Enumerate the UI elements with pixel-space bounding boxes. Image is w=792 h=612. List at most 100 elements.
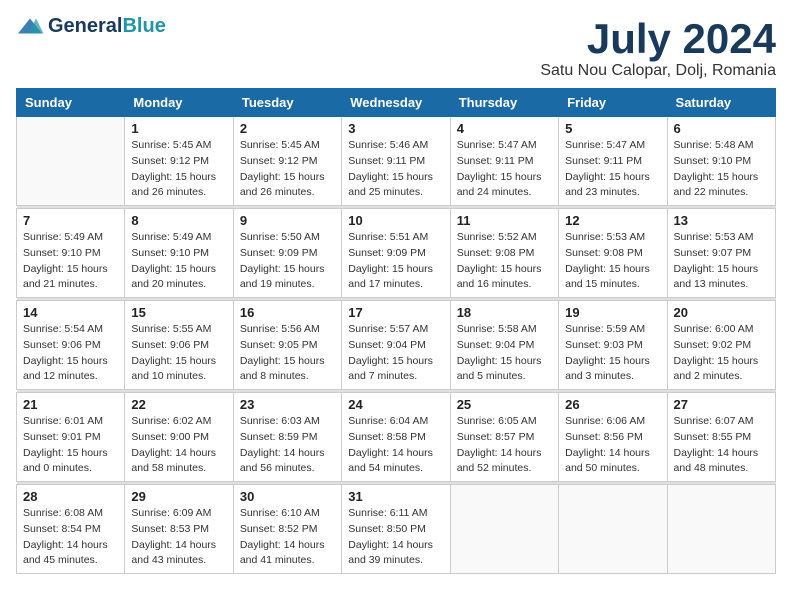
day-info: Sunrise: 5:49 AM Sunset: 9:10 PM Dayligh…: [131, 230, 226, 293]
day-info: Sunrise: 6:05 AM Sunset: 8:57 PM Dayligh…: [457, 414, 552, 477]
calendar-cell: [17, 117, 125, 206]
day-info: Sunrise: 6:01 AM Sunset: 9:01 PM Dayligh…: [23, 414, 118, 477]
day-info: Sunrise: 5:54 AM Sunset: 9:06 PM Dayligh…: [23, 322, 118, 385]
day-number: 2: [240, 121, 335, 136]
calendar-cell: 1Sunrise: 5:45 AM Sunset: 9:12 PM Daylig…: [125, 117, 233, 206]
logo-text: GeneralBlue: [48, 16, 166, 36]
calendar-cell: 23 Sunrise: 6:03 AM Sunset: 8:59 PM Dayli…: [233, 393, 341, 482]
weekday-header-wednesday: Wednesday: [342, 89, 450, 117]
location: Satu Nou Calopar, Dolj, Romania: [540, 62, 776, 80]
day-number: 8: [131, 213, 226, 228]
day-info: Sunrise: 5:53 AM Sunset: 9:07 PM Dayligh…: [674, 230, 769, 293]
day-number: 10: [348, 213, 443, 228]
logo-icon: [16, 17, 44, 35]
calendar-cell: 22Sunrise: 6:02 AM Sunset: 9:00 PM Dayli…: [125, 393, 233, 482]
day-number: 24: [348, 397, 443, 412]
day-info: Sunrise: 6:08 AM Sunset: 8:54 PM Dayligh…: [23, 506, 118, 569]
logo: GeneralBlue: [16, 16, 166, 36]
day-info: Sunrise: 5:57 AM Sunset: 9:04 PM Dayligh…: [348, 322, 443, 385]
calendar-cell: 31Sunrise: 6:11 AM Sunset: 8:50 PM Dayli…: [342, 485, 450, 574]
day-number: 9: [240, 213, 335, 228]
day-number: 25: [457, 397, 552, 412]
day-info: Sunrise: 5:58 AM Sunset: 9:04 PM Dayligh…: [457, 322, 552, 385]
day-number: 27: [674, 397, 769, 412]
day-info: Sunrise: 5:47 AM Sunset: 9:11 PM Dayligh…: [565, 138, 660, 201]
weekday-header-saturday: Saturday: [667, 89, 775, 117]
calendar-cell: 7 Sunrise: 5:49 AM Sunset: 9:10 PM Daylig…: [17, 209, 125, 298]
calendar-cell: 29 Sunrise: 6:09 AM Sunset: 8:53 PM Dayli…: [125, 485, 233, 574]
calendar-cell: 26Sunrise: 6:06 AM Sunset: 8:56 PM Dayli…: [559, 393, 667, 482]
day-number: 29: [131, 489, 226, 504]
day-number: 12: [565, 213, 660, 228]
calendar-cell: 12 Sunrise: 5:53 AM Sunset: 9:08 PM Dayli…: [559, 209, 667, 298]
day-info: Sunrise: 5:52 AM Sunset: 9:08 PM Dayligh…: [457, 230, 552, 293]
month-title: July 2024: [540, 16, 776, 62]
calendar-cell: 8 Sunrise: 5:49 AM Sunset: 9:10 PM Daylig…: [125, 209, 233, 298]
calendar-cell: 20Sunrise: 6:00 AM Sunset: 9:02 PM Dayli…: [667, 301, 775, 390]
page-header: GeneralBlue July 2024 Satu Nou Calopar, …: [16, 16, 776, 80]
day-number: 21: [23, 397, 118, 412]
calendar-cell: 30Sunrise: 6:10 AM Sunset: 8:52 PM Dayli…: [233, 485, 341, 574]
day-number: 3: [348, 121, 443, 136]
day-number: 14: [23, 305, 118, 320]
week-row-4: 21 Sunrise: 6:01 AM Sunset: 9:01 PM Dayli…: [17, 393, 776, 482]
day-info: Sunrise: 5:53 AM Sunset: 9:08 PM Dayligh…: [565, 230, 660, 293]
calendar-cell: [559, 485, 667, 574]
day-number: 30: [240, 489, 335, 504]
calendar-cell: 21 Sunrise: 6:01 AM Sunset: 9:01 PM Dayli…: [17, 393, 125, 482]
weekday-header-monday: Monday: [125, 89, 233, 117]
day-number: 11: [457, 213, 552, 228]
calendar-cell: 6Sunrise: 5:48 AM Sunset: 9:10 PM Daylig…: [667, 117, 775, 206]
calendar-cell: [667, 485, 775, 574]
day-number: 28: [23, 489, 118, 504]
day-info: Sunrise: 5:59 AM Sunset: 9:03 PM Dayligh…: [565, 322, 660, 385]
calendar-cell: 13 Sunrise: 5:53 AM Sunset: 9:07 PM Dayli…: [667, 209, 775, 298]
weekday-header-thursday: Thursday: [450, 89, 558, 117]
day-number: 13: [674, 213, 769, 228]
day-info: Sunrise: 5:56 AM Sunset: 9:05 PM Dayligh…: [240, 322, 335, 385]
day-info: Sunrise: 6:09 AM Sunset: 8:53 PM Dayligh…: [131, 506, 226, 569]
weekday-header-row: SundayMondayTuesdayWednesdayThursdayFrid…: [17, 89, 776, 117]
day-info: Sunrise: 5:49 AM Sunset: 9:10 PM Dayligh…: [23, 230, 118, 293]
calendar-cell: 16Sunrise: 5:56 AM Sunset: 9:05 PM Dayli…: [233, 301, 341, 390]
calendar-cell: 25 Sunrise: 6:05 AM Sunset: 8:57 PM Dayli…: [450, 393, 558, 482]
day-info: Sunrise: 6:02 AM Sunset: 9:00 PM Dayligh…: [131, 414, 226, 477]
day-number: 17: [348, 305, 443, 320]
day-number: 23: [240, 397, 335, 412]
calendar-cell: 18 Sunrise: 5:58 AM Sunset: 9:04 PM Dayli…: [450, 301, 558, 390]
day-info: Sunrise: 5:50 AM Sunset: 9:09 PM Dayligh…: [240, 230, 335, 293]
day-info: Sunrise: 6:00 AM Sunset: 9:02 PM Dayligh…: [674, 322, 769, 385]
day-number: 7: [23, 213, 118, 228]
calendar-cell: 10Sunrise: 5:51 AM Sunset: 9:09 PM Dayli…: [342, 209, 450, 298]
day-number: 18: [457, 305, 552, 320]
weekday-header-tuesday: Tuesday: [233, 89, 341, 117]
weekday-header-sunday: Sunday: [17, 89, 125, 117]
calendar-cell: [450, 485, 558, 574]
calendar-cell: 9 Sunrise: 5:50 AM Sunset: 9:09 PM Daylig…: [233, 209, 341, 298]
day-info: Sunrise: 6:06 AM Sunset: 8:56 PM Dayligh…: [565, 414, 660, 477]
week-row-2: 7 Sunrise: 5:49 AM Sunset: 9:10 PM Daylig…: [17, 209, 776, 298]
calendar-cell: 15 Sunrise: 5:55 AM Sunset: 9:06 PM Dayli…: [125, 301, 233, 390]
calendar-cell: 3 Sunrise: 5:46 AM Sunset: 9:11 PM Daylig…: [342, 117, 450, 206]
day-info: Sunrise: 5:45 AM Sunset: 9:12 PM Dayligh…: [240, 138, 335, 201]
day-number: 19: [565, 305, 660, 320]
day-info: Sunrise: 6:03 AM Sunset: 8:59 PM Dayligh…: [240, 414, 335, 477]
calendar-cell: 28 Sunrise: 6:08 AM Sunset: 8:54 PM Dayli…: [17, 485, 125, 574]
day-info: Sunrise: 5:55 AM Sunset: 9:06 PM Dayligh…: [131, 322, 226, 385]
calendar-cell: 19 Sunrise: 5:59 AM Sunset: 9:03 PM Dayli…: [559, 301, 667, 390]
calendar-cell: 14 Sunrise: 5:54 AM Sunset: 9:06 PM Dayli…: [17, 301, 125, 390]
day-info: Sunrise: 5:48 AM Sunset: 9:10 PM Dayligh…: [674, 138, 769, 201]
calendar-cell: 17 Sunrise: 5:57 AM Sunset: 9:04 PM Dayli…: [342, 301, 450, 390]
day-number: 5: [565, 121, 660, 136]
day-info: Sunrise: 5:46 AM Sunset: 9:11 PM Dayligh…: [348, 138, 443, 201]
week-row-1: 1Sunrise: 5:45 AM Sunset: 9:12 PM Daylig…: [17, 117, 776, 206]
weekday-header-friday: Friday: [559, 89, 667, 117]
day-info: Sunrise: 5:45 AM Sunset: 9:12 PM Dayligh…: [131, 138, 226, 201]
week-row-3: 14 Sunrise: 5:54 AM Sunset: 9:06 PM Dayli…: [17, 301, 776, 390]
week-row-5: 28 Sunrise: 6:08 AM Sunset: 8:54 PM Dayli…: [17, 485, 776, 574]
calendar-cell: 4Sunrise: 5:47 AM Sunset: 9:11 PM Daylig…: [450, 117, 558, 206]
calendar-cell: 27 Sunrise: 6:07 AM Sunset: 8:55 PM Dayli…: [667, 393, 775, 482]
calendar-table: SundayMondayTuesdayWednesdayThursdayFrid…: [16, 88, 776, 574]
day-number: 15: [131, 305, 226, 320]
day-info: Sunrise: 6:07 AM Sunset: 8:55 PM Dayligh…: [674, 414, 769, 477]
